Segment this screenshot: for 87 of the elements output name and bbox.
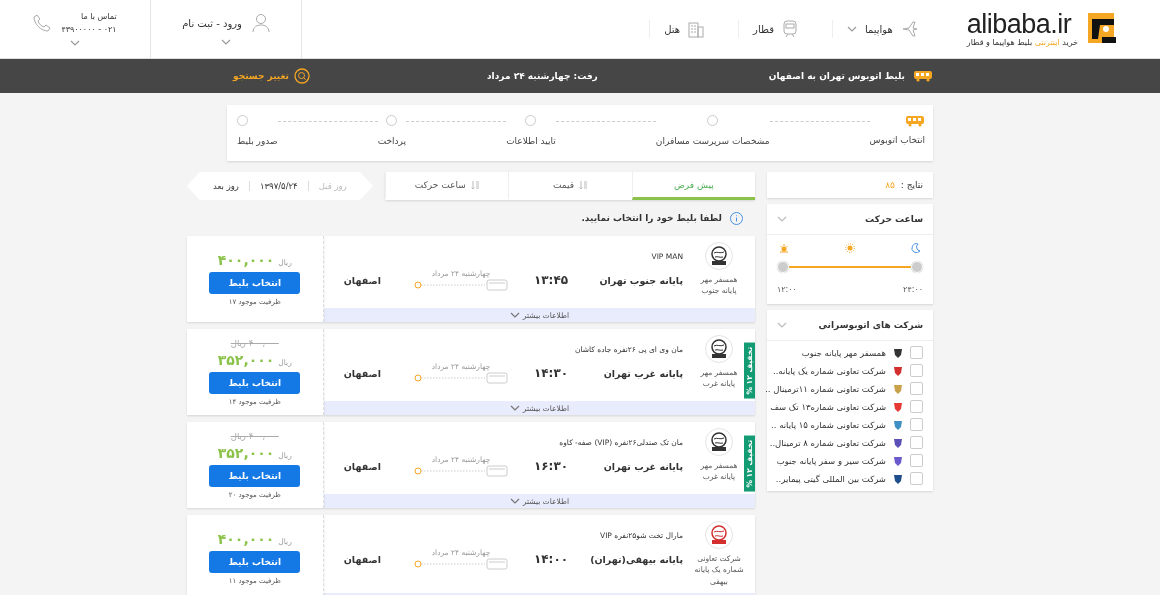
plane-icon [900, 20, 919, 38]
checkbox[interactable] [910, 436, 923, 449]
select-ticket-button[interactable]: انتخاب بلیط [209, 465, 301, 487]
select-ticket-button[interactable]: انتخاب بلیط [209, 272, 301, 294]
route-title: بلیط اتوبوس تهران به اصفهان [768, 71, 905, 81]
step-label: مشخصات سرپرست مسافران [655, 136, 770, 146]
caret-icon [509, 405, 520, 411]
login-link[interactable]: ورود - ثبت نام [182, 17, 242, 29]
old-price: ۴۰۰,۰۰۰ ریال [230, 338, 279, 348]
checkbox[interactable] [910, 364, 923, 377]
caret-icon [777, 216, 787, 222]
contact-label[interactable]: تماس با ما [81, 12, 117, 21]
caret-icon [777, 322, 787, 328]
step-label: تایید اطلاعات [506, 136, 556, 146]
origin-terminal: پایانه بیهقی(تهران) [591, 553, 683, 565]
checkbox[interactable] [910, 400, 923, 413]
company-name: شرکت بین المللی گیتی پیمایر.. [775, 473, 886, 484]
step-label: انتخاب اتوبوس [869, 135, 925, 145]
current-date: ۱۳۹۷/۵/۲۴ [248, 181, 309, 191]
company-name: شرکت تعاونی شماره یک پایانه.. [772, 365, 886, 376]
step-label: پرداخت [377, 136, 407, 146]
logo-text[interactable]: alibaba.ir [966, 11, 1072, 38]
select-ticket-button[interactable]: انتخاب بلیط [209, 372, 301, 394]
sort-tab[interactable]: قیمت [508, 172, 632, 200]
sort-tab[interactable]: ساعت حرکت [385, 172, 509, 200]
checkbox[interactable] [910, 472, 923, 485]
next-day-button[interactable]: روز بعد [203, 181, 249, 191]
caret-icon [70, 40, 80, 46]
company-name: شرکت تعاونی شماره ۱۵ پایانه .. [771, 419, 886, 430]
caret-icon [509, 498, 520, 504]
sort-icon [470, 179, 480, 190]
range-label: ۲۴:۰۰ [903, 285, 923, 294]
select-ticket-button[interactable]: انتخاب بلیط [209, 550, 301, 573]
checkbox[interactable] [910, 418, 923, 431]
destination: اصفهان [343, 367, 382, 379]
nav-item[interactable]: هواپیما [831, 20, 933, 38]
origin-terminal: پایانه غرب تهران [602, 367, 683, 379]
origin-terminal: پایانه جنوب تهران [598, 274, 683, 286]
search-icon [294, 68, 310, 84]
origin-terminal: پایانه غرب تهران [602, 460, 683, 472]
nav-item[interactable]: هتل [649, 20, 719, 38]
price: ۴۰۰,۰۰۰ [217, 530, 275, 547]
range-label: ۱۲:۰۰ [777, 285, 797, 294]
company-name: شرکت سیر و سفر پایانه جنوب [776, 455, 886, 466]
caret-icon [221, 39, 231, 45]
results-label: نتایج : [900, 180, 923, 190]
departure-time: ۱۴:۰۰ [532, 552, 570, 566]
caret-icon [509, 312, 520, 318]
sun-icon [845, 243, 855, 253]
sort-icon [579, 179, 589, 190]
info-icon [730, 211, 743, 225]
destination: اصفهان [343, 460, 382, 472]
company-name: شرکت تعاونی شماره ۱۱ترمینال .. [765, 383, 886, 394]
price: ۳۵۲,۰۰۰ [217, 445, 275, 461]
departure-date: رفت: چهارشنبه ۲۴ مرداد [487, 71, 598, 81]
step-label: صدور بلیط [237, 136, 278, 146]
price: ۳۵۲,۰۰۰ [217, 352, 275, 368]
moon-icon [911, 243, 921, 253]
company-name: شرکت تعاونی شماره۱۳ تک سف [770, 401, 886, 412]
departure-time: ۱۶:۳۰ [532, 459, 570, 473]
phone-number: ۰۲۱ - ۴۳۹۰۰۰۰۰ [61, 25, 117, 34]
bus-icon [913, 70, 933, 82]
results-count: ۸۵ [885, 180, 895, 190]
sunrise-icon [779, 243, 789, 253]
company-name: شرکت تعاونی شماره ۸ ترمینال.. [769, 437, 886, 448]
departure-time: ۱۳:۴۵ [532, 273, 570, 287]
building-icon [688, 20, 705, 38]
price: ۴۰۰,۰۰۰ [217, 252, 275, 268]
checkbox[interactable] [910, 346, 923, 359]
filter-title: ساعت حرکت [865, 214, 923, 224]
phone-icon [33, 14, 52, 32]
old-price: ۴۰۰,۰۰۰ ریال [230, 431, 279, 441]
caret-icon [846, 26, 857, 32]
checkbox[interactable] [910, 382, 923, 395]
departure-time: ۱۴:۳۰ [532, 366, 570, 380]
notice-text: لطفا بلیط خود را انتخاب نمایید. [581, 213, 722, 223]
train-icon [781, 20, 798, 38]
destination: اصفهان [343, 274, 382, 286]
filter-title: شرکت های اتوبوسرانی [818, 320, 923, 330]
nav-item[interactable]: قطار [738, 20, 812, 38]
destination: اصفهان [343, 553, 382, 565]
change-search-button[interactable]: تغییر جستجو [227, 67, 316, 85]
time-range-slider[interactable] [777, 261, 923, 273]
tagline: خرید اینترنتی بلیط هواپیما و قطار [966, 38, 1078, 47]
company-name: همسفر مهر پایانه جنوب [801, 347, 886, 358]
checkbox[interactable] [910, 454, 923, 467]
user-icon [251, 13, 270, 33]
